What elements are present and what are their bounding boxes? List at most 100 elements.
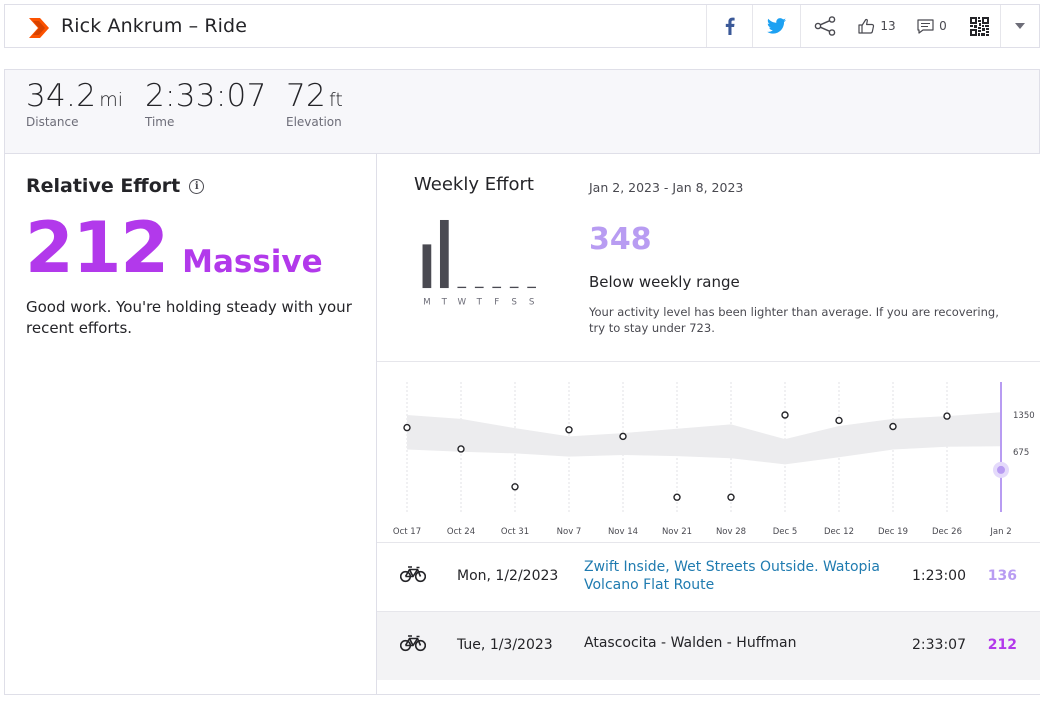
stat-time: 2:33:07 Time	[145, 78, 270, 129]
x-tick-label: Nov 14	[608, 527, 638, 537]
week-effort-point[interactable]	[511, 483, 519, 491]
weekly-effort-panel: Weekly Effort MTWTFSS Jan 2, 2023 - Jan …	[377, 153, 1040, 694]
stat-distance: 34.2 mi Distance	[26, 78, 123, 129]
activity-name-link[interactable]: Zwift Inside, Wet Streets Outside. Watop…	[584, 558, 884, 594]
weekly-effort-bar	[457, 286, 467, 289]
x-tick-label: Oct 31	[501, 527, 529, 537]
weekly-effort-bar	[474, 286, 484, 289]
weekly-effort-day-label: T	[476, 298, 483, 308]
relative-effort-title-text: Relative Effort	[26, 175, 181, 197]
info-icon[interactable]: i	[189, 178, 205, 194]
weekly-effort-status: Below weekly range	[589, 273, 740, 291]
y-tick-label: 675	[1013, 448, 1029, 458]
comments-count: 0	[939, 19, 947, 33]
weekly-effort-bar	[439, 219, 449, 289]
stat-unit: ft	[329, 89, 343, 111]
week-effort-point[interactable]	[619, 432, 627, 441]
weekly-trend-chart: Oct 17 Oct 24 Oct 31 Nov 7 Nov 14 Nov 21 Nov 2…	[377, 361, 1040, 542]
activity-row[interactable]: Tue, 1/3/2023 Atascocita - Walden - Huff…	[377, 611, 1040, 680]
stat-value: 2:33:07	[145, 78, 267, 114]
weekly-effort-day-label: T	[441, 298, 448, 308]
chevron-down-icon	[1015, 23, 1025, 29]
weekly-effort-description: Your activity level has been lighter tha…	[589, 305, 999, 335]
twitter-share-button[interactable]	[752, 5, 800, 47]
facebook-share-button[interactable]	[706, 5, 752, 47]
trend-chart-svg: Oct 17 Oct 24 Oct 31 Nov 7 Nov 14 Nov 21 Nov 2…	[393, 382, 1035, 537]
week-effort-point[interactable]	[889, 422, 897, 431]
kudos-count: 13	[880, 19, 896, 33]
stat-elevation: 72 ft Elevation	[286, 78, 343, 129]
activity-effort-score: 212	[987, 637, 1017, 653]
more-options-button[interactable]	[1000, 5, 1039, 47]
comment-icon	[917, 18, 934, 34]
weekly-effort-bar	[492, 286, 502, 289]
bike-icon	[400, 635, 426, 652]
week-effort-point[interactable]	[727, 493, 735, 501]
relative-effort-title: Relative Effort i	[26, 175, 205, 197]
weekly-effort-bar	[422, 244, 432, 289]
week-effort-point[interactable]	[673, 493, 681, 501]
week-effort-point[interactable]	[835, 416, 843, 425]
stat-value: 72	[286, 78, 327, 114]
x-tick-label: Nov 28	[716, 527, 746, 537]
activity-name: Atascocita - Walden - Huffman	[584, 635, 797, 651]
weekly-effort-bar	[527, 286, 536, 289]
relative-effort-description: Good work. You're holding steady with yo…	[26, 298, 352, 337]
y-tick-label: 1350	[1013, 411, 1035, 421]
x-tick-label: Dec 5	[773, 527, 798, 537]
relative-effort-score: 212 Massive	[25, 207, 323, 289]
weekly-effort-day-label: S	[529, 298, 535, 308]
thumbs-up-icon	[858, 18, 875, 34]
stat-label: Time	[145, 115, 175, 129]
stat-label: Distance	[26, 115, 79, 129]
activity-row[interactable]: Mon, 1/2/2023 Zwift Inside, Wet Streets …	[377, 542, 1040, 611]
share-icon	[814, 16, 835, 36]
weekly-effort-title: Weekly Effort	[414, 174, 534, 195]
week-effort-point[interactable]	[565, 426, 573, 434]
weekly-effort-day-label: W	[457, 298, 466, 308]
weekly-effort-day-label: F	[494, 298, 499, 308]
weekly-effort-score: 348	[589, 222, 652, 257]
comments-button[interactable]: 0	[906, 5, 958, 47]
relative-effort-number: 212	[25, 207, 169, 289]
twitter-icon	[767, 18, 786, 34]
share-button[interactable]	[800, 5, 848, 47]
page-title: Rick Ankrum – Ride	[61, 15, 247, 37]
weekly-effort-bar	[509, 286, 519, 289]
current-week-point[interactable]	[997, 465, 1005, 474]
activity-list: Mon, 1/2/2023 Zwift Inside, Wet Streets …	[377, 542, 1040, 680]
relative-effort-section: Relative Effort i 212 Massive Good work.…	[4, 153, 1040, 695]
week-effort-point[interactable]	[943, 412, 951, 420]
bike-icon	[400, 566, 426, 583]
x-tick-label: Nov 7	[557, 527, 582, 537]
x-tick-label: Jan 2	[989, 527, 1011, 537]
week-effort-point[interactable]	[781, 411, 789, 419]
weekly-effort-day-label: M	[423, 298, 431, 308]
activity-time: 1:23:00	[912, 568, 966, 584]
stat-label: Elevation	[286, 115, 342, 129]
facebook-icon	[725, 17, 735, 35]
week-effort-point[interactable]	[403, 423, 411, 432]
weekly-effort-bar-chart: MTWTFSS	[422, 219, 536, 308]
activity-date: Mon, 1/2/2023	[457, 568, 559, 584]
x-tick-label: Oct 17	[393, 527, 421, 537]
qr-code-icon	[969, 16, 989, 36]
x-tick-label: Nov 21	[662, 527, 692, 537]
x-tick-label: Dec 19	[878, 527, 908, 537]
weekly-effort-date-range: Jan 2, 2023 - Jan 8, 2023	[589, 180, 744, 195]
x-tick-label: Dec 26	[932, 527, 962, 537]
kudos-button[interactable]: 13	[848, 5, 906, 47]
relative-effort-panel: Relative Effort i 212 Massive Good work.…	[5, 153, 377, 694]
activity-date: Tue, 1/3/2023	[457, 637, 553, 653]
weekly-effort-day-label: S	[511, 298, 517, 308]
activity-stats: 34.2 mi Distance 2:33:07 Time 72 ft Elevat…	[4, 69, 1040, 154]
activity-effort-score: 136	[987, 568, 1017, 584]
activity-time: 2:33:07	[912, 637, 966, 653]
stat-unit: mi	[99, 89, 124, 111]
qr-code-button[interactable]	[958, 5, 1000, 47]
strava-logo-icon[interactable]	[27, 17, 51, 39]
week-effort-point[interactable]	[457, 445, 465, 453]
stat-value: 34.2	[26, 78, 97, 114]
x-tick-label: Oct 24	[447, 527, 475, 537]
relative-effort-level: Massive	[182, 244, 323, 280]
